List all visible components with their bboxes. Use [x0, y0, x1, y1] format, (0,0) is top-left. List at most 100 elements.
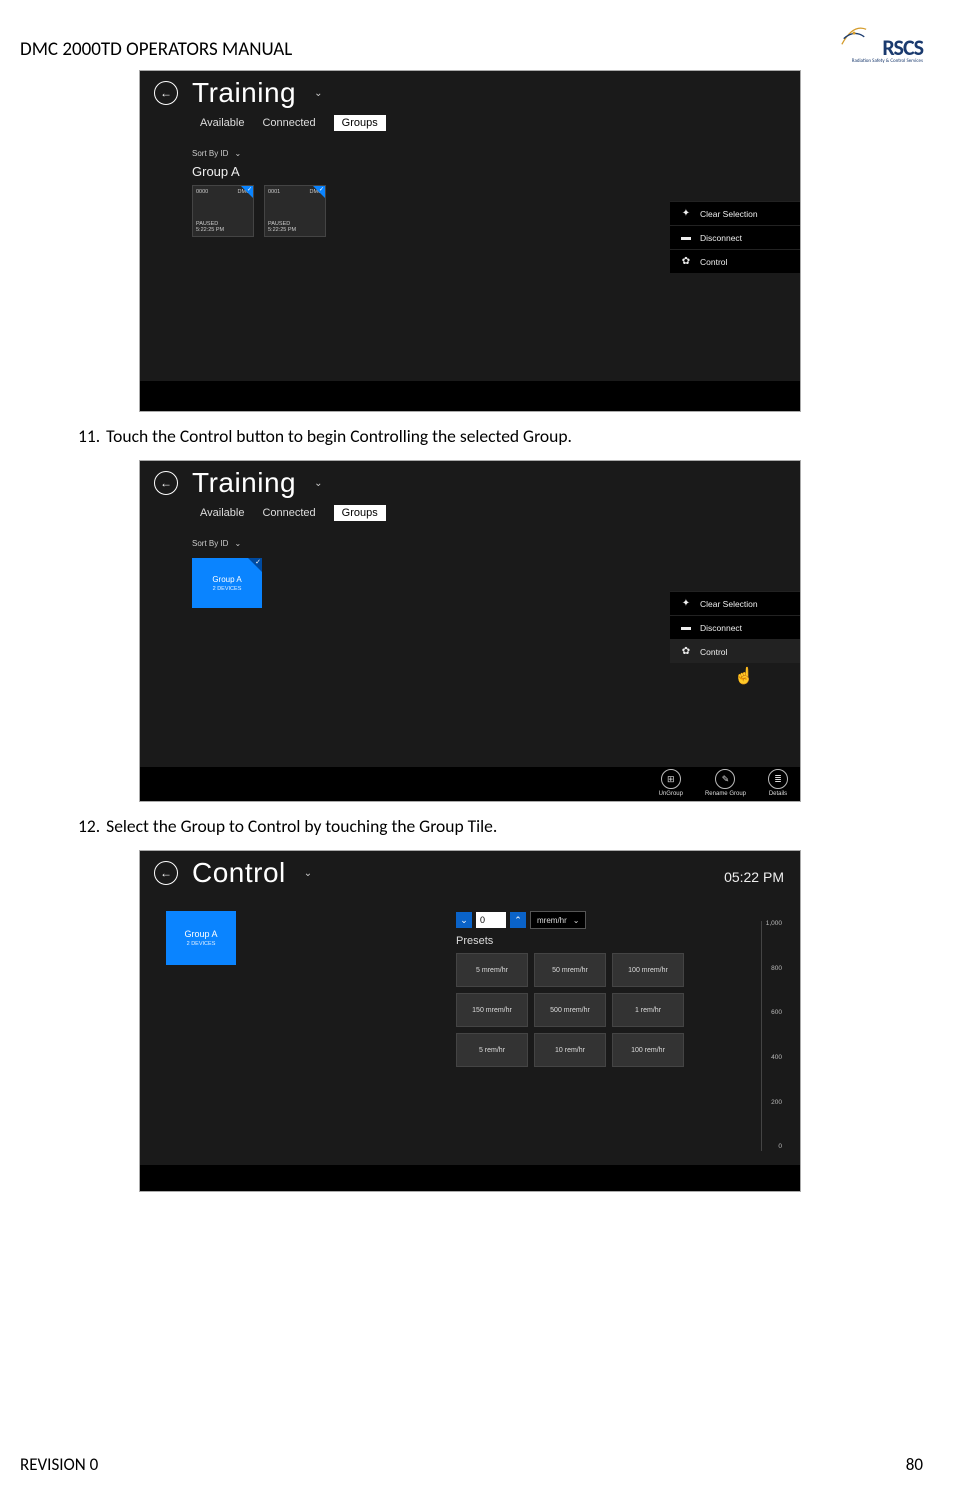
step-number: 11.: [78, 425, 100, 447]
revision-label: REVISION 0: [20, 1454, 98, 1475]
back-icon[interactable]: ←: [154, 81, 178, 105]
device-id: 0000: [196, 189, 208, 195]
tab-connected[interactable]: Connected: [262, 117, 315, 129]
group-tile-name: Group A: [184, 929, 217, 939]
scale-tick: 400: [771, 1055, 782, 1062]
page-number: 80: [906, 1454, 923, 1475]
disconnect-button[interactable]: ▬Disconnect: [670, 615, 800, 639]
control-button[interactable]: ✿Control: [670, 639, 800, 663]
preset-button[interactable]: 1 rem/hr: [612, 993, 684, 1027]
chevron-down-icon[interactable]: ⌄: [314, 478, 322, 489]
details-icon: ≣: [768, 769, 788, 789]
screenshot-training-devices: ← Training ⌄ Available Connected Groups …: [140, 71, 800, 411]
preset-button[interactable]: 5 mrem/hr: [456, 953, 528, 987]
ungroup-button[interactable]: ⊞UnGroup: [659, 769, 683, 797]
checkmark-icon: [313, 186, 325, 198]
value-row: ⌄ 0 ⌃ mrem/hr⌄: [456, 911, 800, 929]
bottom-bar: [140, 381, 800, 411]
preset-button[interactable]: 10 rem/hr: [534, 1033, 606, 1067]
disconnect-button[interactable]: ▬Disconnect: [670, 225, 800, 249]
logo-swoosh-icon: [840, 20, 868, 48]
checkmark-icon: [248, 558, 262, 572]
group-tile-name: Group A: [212, 575, 241, 584]
chevron-down-icon: ⌄: [234, 539, 241, 548]
page-header: DMC 2000TD OPERATORS MANUAL RSCS Radiati…: [20, 20, 923, 65]
group-tile-count: 2 DEVICES: [187, 941, 216, 947]
actions-panel: ✦Clear Selection ▬Disconnect ✿Control: [670, 591, 800, 663]
actions-panel: ✦Clear Selection ▬Disconnect ✿Control: [670, 201, 800, 273]
device-id: 0001: [268, 189, 280, 195]
step-11: 11. Touch the Control button to begin Co…: [78, 425, 923, 447]
tab-available[interactable]: Available: [200, 507, 244, 519]
chevron-down-icon: ⌄: [234, 149, 241, 158]
screenshot-training-group-selected: ← Training ⌄ Available Connected Groups …: [140, 461, 800, 801]
tabs: Available Connected Groups: [140, 501, 800, 525]
logo-text: RSCS: [882, 34, 923, 61]
bottom-bar: [140, 1165, 800, 1191]
bottom-actions: ⊞UnGroup ✎Rename Group ≣Details: [659, 769, 788, 797]
scale-tick: 200: [771, 1100, 782, 1107]
preset-button[interactable]: 100 mrem/hr: [612, 953, 684, 987]
sort-label: Sort By ID: [192, 539, 228, 548]
group-tile-count: 2 DEVICES: [213, 586, 242, 592]
chevron-down-icon[interactable]: ⌄: [314, 88, 322, 99]
rscs-logo: RSCS Radiation Safety & Control Services: [823, 20, 923, 65]
app-title: Training: [192, 467, 296, 499]
checkmark-icon: [241, 186, 253, 198]
page-footer: REVISION 0 80: [20, 1454, 923, 1475]
value-input[interactable]: 0: [476, 912, 506, 928]
device-time: 5:22:25 PM: [268, 227, 322, 233]
scale-tick: 800: [771, 966, 782, 973]
tab-connected[interactable]: Connected: [262, 507, 315, 519]
details-button[interactable]: ≣Details: [768, 769, 788, 797]
logo-subtext: Radiation Safety & Control Services: [852, 58, 923, 64]
clock: 05:22 PM: [724, 869, 784, 885]
preset-button[interactable]: 150 mrem/hr: [456, 993, 528, 1027]
chevron-down-icon[interactable]: ⌄: [304, 868, 312, 879]
disconnect-icon: ▬: [680, 232, 692, 243]
gear-icon: ✿: [680, 256, 692, 267]
sort-row[interactable]: Sort By ID ⌄: [140, 525, 800, 552]
control-button[interactable]: ✿Control: [670, 249, 800, 273]
preset-button[interactable]: 50 mrem/hr: [534, 953, 606, 987]
preset-button[interactable]: 5 rem/hr: [456, 1033, 528, 1067]
device-tile[interactable]: 0001 DMC PAUSED 5:22:25 PM: [264, 185, 326, 237]
preset-button[interactable]: 100 rem/hr: [612, 1033, 684, 1067]
step-12: 12. Select the Group to Control by touch…: [78, 815, 923, 837]
scale-tick: 600: [771, 1010, 782, 1017]
sort-row[interactable]: Sort By ID ⌄: [140, 135, 800, 162]
clear-selection-button[interactable]: ✦Clear Selection: [670, 591, 800, 615]
rename-group-button[interactable]: ✎Rename Group: [705, 769, 746, 797]
unit-select[interactable]: mrem/hr⌄: [530, 911, 586, 929]
tab-groups[interactable]: Groups: [334, 505, 386, 521]
screenshot-control: ← Control ⌄ 05:22 PM Group A 2 DEVICES ⌄…: [140, 851, 800, 1191]
stepper-up-icon[interactable]: ⌃: [510, 912, 526, 928]
app-title: Training: [192, 77, 296, 109]
preset-button[interactable]: 500 mrem/hr: [534, 993, 606, 1027]
sort-label: Sort By ID: [192, 149, 228, 158]
disconnect-icon: ▬: [680, 622, 692, 633]
clear-icon: ✦: [680, 598, 692, 609]
step-text: Touch the Control button to begin Contro…: [106, 425, 572, 447]
group-tile[interactable]: Group A 2 DEVICES: [166, 911, 236, 965]
stepper-down-icon[interactable]: ⌄: [456, 912, 472, 928]
device-tile[interactable]: 0000 DMC PAUSED 5:22:25 PM: [192, 185, 254, 237]
step-text: Select the Group to Control by touching …: [106, 815, 497, 837]
preset-grid: 5 mrem/hr 50 mrem/hr 100 mrem/hr 150 mre…: [456, 953, 800, 1067]
back-icon[interactable]: ←: [154, 861, 178, 885]
presets-label: Presets: [456, 935, 800, 947]
pointer-cursor-icon: ☝: [734, 666, 752, 684]
device-time: 5:22:25 PM: [196, 227, 250, 233]
tab-groups[interactable]: Groups: [334, 115, 386, 131]
step-number: 12.: [78, 815, 100, 837]
group-name: Group A: [140, 162, 800, 185]
scale-tick: 1,000: [766, 921, 782, 928]
scale-axis: 1,000 800 600 400 200 0: [761, 921, 782, 1151]
tab-available[interactable]: Available: [200, 117, 244, 129]
chevron-down-icon: ⌄: [573, 916, 580, 925]
gear-icon: ✿: [680, 646, 692, 657]
back-icon[interactable]: ←: [154, 471, 178, 495]
scale-tick: 0: [778, 1144, 782, 1151]
group-tile[interactable]: Group A 2 DEVICES: [192, 558, 262, 608]
clear-selection-button[interactable]: ✦Clear Selection: [670, 201, 800, 225]
